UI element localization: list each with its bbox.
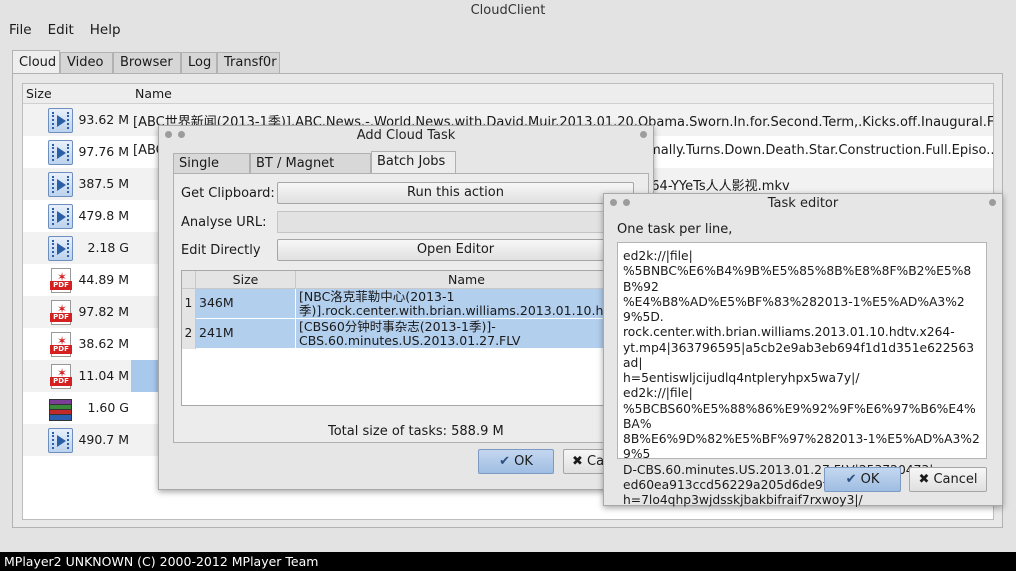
file-size: 387.5 M [78, 176, 129, 191]
file-size: 93.62 M [78, 112, 129, 127]
table-row[interactable]: 1 346M [NBC洛克菲勒中心(2013-1 季)].rock.center.… [182, 289, 636, 319]
analyse-url-input[interactable] [277, 211, 634, 233]
edit-directly-label: Edit Directly [181, 243, 261, 258]
menu-file[interactable]: File [0, 20, 39, 40]
file-size: 479.8 M [78, 208, 129, 223]
ok-button[interactable]: ✔ OK [478, 449, 554, 474]
task-name-line1: [NBC洛克菲勒中心(2013-1 [299, 289, 455, 304]
task-editor-dialog: Task editor One task per line, ed2k://|f… [603, 193, 1003, 507]
ok-label: OK [514, 454, 533, 469]
row-number: 1 [182, 289, 196, 319]
close-x-icon: ✖ [918, 472, 934, 487]
name-column-header[interactable]: Name [135, 86, 172, 101]
tab-browser[interactable]: Browser [113, 52, 181, 73]
task-name: [CBS60分钟时事杂志(2013-1季)]- CBS.60.minutes.US… [296, 319, 636, 349]
ok-label: OK [860, 472, 880, 487]
tab-cloud[interactable]: Cloud [12, 50, 60, 74]
task-name-line1: [CBS60分钟时事杂志(2013-1季)]- [299, 319, 496, 334]
analyse-url-label: Analyse URL: [181, 215, 267, 230]
file-list-header: Size Name [23, 84, 993, 104]
window-title: CloudClient [0, 0, 1016, 20]
tab-video[interactable]: Video [60, 52, 113, 73]
name-column-header[interactable]: Name [296, 271, 636, 289]
run-action-button[interactable]: Run this action [277, 182, 634, 204]
check-icon: ✔ [499, 454, 515, 469]
tab-batch-jobs[interactable]: Batch Jobs [371, 151, 456, 174]
close-x-icon: ✖ [572, 454, 588, 469]
tab-bt-magnet-links[interactable]: BT / Magnet Links [250, 153, 371, 190]
task-editor-textarea[interactable]: ed2k://|file| %5BNBC%E6%B4%9B%E5%85%8B%E… [617, 242, 987, 507]
tab-single-task[interactable]: Single Task [173, 153, 250, 190]
file-name-tail: 264-YYeTs人人影视.mkv [643, 179, 790, 194]
check-icon: ✔ [845, 472, 861, 487]
tasks-table[interactable]: Size Name 1 346M [NBC洛克菲勒中心(2013-1 季)].ro… [181, 270, 637, 406]
task-name: [NBC洛克菲勒中心(2013-1 季)].rock.center.with.br… [296, 289, 636, 319]
file-size: 2.18 G [87, 240, 130, 255]
row-number: 2 [182, 319, 196, 349]
task-size: 346M [196, 289, 296, 319]
file-size: 44.89 M [78, 272, 129, 287]
task-name-line2: 季)].rock.center.with.brian.williams.2013… [299, 303, 624, 318]
dialog-title: Task editor [767, 196, 839, 211]
file-size: 38.62 M [78, 336, 129, 351]
tab-transf0r[interactable]: Transf0r [217, 52, 280, 73]
size-column-header[interactable]: Size [196, 271, 296, 289]
task-name-line2: CBS.60.minutes.US.2013.01.27.FLV [299, 333, 521, 348]
file-size: 490.7 M [78, 432, 129, 447]
add-cloud-task-dialog: Add Cloud Task Single Task BT / Magnet L… [158, 125, 654, 490]
file-size: 1.60 G [87, 400, 130, 415]
dialog-title: Add Cloud Task [356, 128, 456, 143]
menubar: File Edit Help [0, 20, 1016, 42]
table-row[interactable]: 2 241M [CBS60分钟时事杂志(2013-1季)]- CBS.60.min… [182, 319, 636, 349]
size-column-header[interactable]: Size [26, 86, 52, 101]
menu-edit[interactable]: Edit [39, 20, 81, 40]
file-size: 97.82 M [78, 304, 129, 319]
status-bar: MPlayer2 UNKNOWN (C) 2000-2012 MPlayer T… [0, 552, 1016, 571]
file-size: 11.04 M [78, 368, 129, 383]
task-size: 241M [196, 319, 296, 349]
file-name-tail: rmally.Turns.Down.Death.Star.Constructio… [643, 143, 994, 158]
open-editor-button[interactable]: Open Editor [277, 239, 634, 261]
cancel-button[interactable]: ✖ Cancel [909, 467, 987, 492]
cancel-label: Cancel [933, 472, 978, 487]
menu-help[interactable]: Help [81, 20, 128, 40]
ok-button[interactable]: ✔ OK [824, 467, 901, 492]
cancel-label: Ca [587, 454, 605, 469]
tab-log[interactable]: Log [181, 52, 217, 73]
editor-hint: One task per line, [617, 222, 733, 237]
total-size-label: Total size of tasks: 588.9 M [328, 424, 504, 439]
table-corner [182, 271, 196, 289]
batch-jobs-panel: Get Clipboard: Run this action Analyse U… [173, 173, 649, 443]
get-clipboard-label: Get Clipboard: [181, 186, 275, 201]
file-size: 97.76 M [78, 144, 129, 159]
